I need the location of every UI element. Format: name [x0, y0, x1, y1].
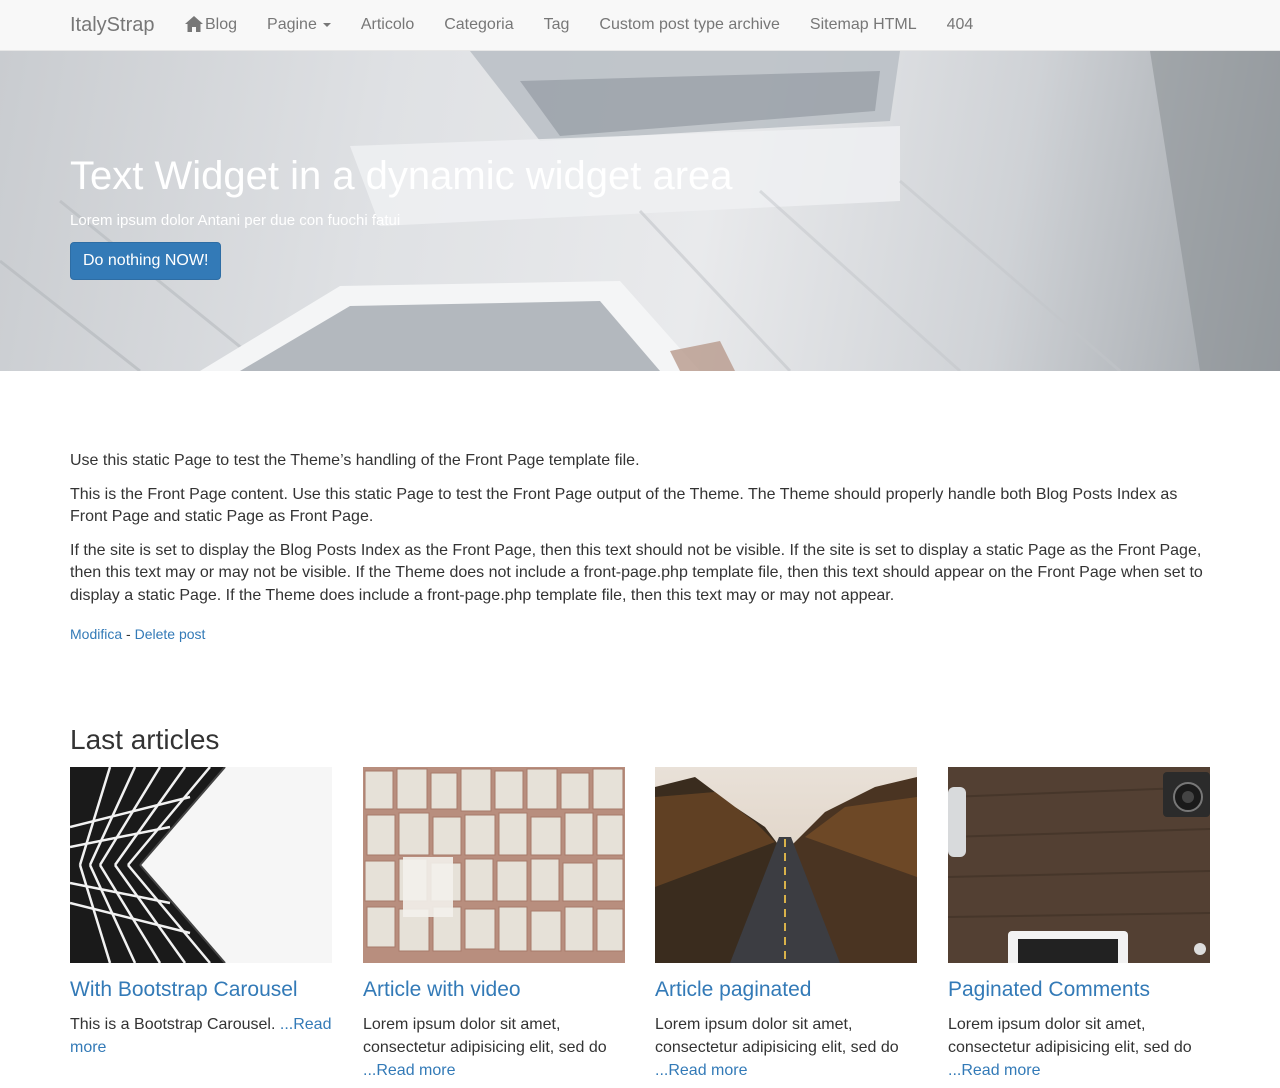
link-separator: - [122, 626, 135, 642]
nav-item-blog[interactable]: Blog [185, 0, 237, 50]
article-title-link[interactable]: Article paginated [655, 977, 917, 1003]
post-edit-links: Modifica - Delete post [70, 624, 205, 644]
nav-item-label: Pagine [267, 16, 317, 33]
brand-link[interactable]: ItalyStrap [70, 13, 154, 37]
last-articles-heading: Last articles [70, 724, 220, 755]
nav-item-404[interactable]: 404 [947, 0, 974, 50]
delete-post-link[interactable]: Delete post [135, 626, 206, 642]
article-title-link[interactable]: Paginated Comments [948, 977, 1210, 1003]
read-more-link[interactable]: ...Read more [655, 1062, 747, 1079]
hero-subtitle: Lorem ipsum dolor Antani per due con fuo… [70, 212, 401, 229]
edit-link[interactable]: Modifica [70, 626, 122, 642]
content-paragraph: If the site is set to display the Blog P… [70, 541, 1203, 604]
content-paragraph: This is the Front Page content. Use this… [70, 485, 1178, 526]
nav-item-label: Articolo [360, 16, 415, 33]
article-excerpt: This is a Bootstrap Carousel. ...Read mo… [70, 1013, 332, 1059]
nav-item-label: Sitemap HTML [809, 16, 917, 33]
hero-banner: Text Widget in a dynamic widget area Lor… [0, 51, 1280, 371]
article-card: Paginated Comments Lorem ipsum dolor sit… [948, 767, 1210, 1082]
caret-down-icon [322, 23, 331, 27]
excerpt-text: Lorem ipsum dolor sit amet, consectetur … [948, 1016, 1192, 1056]
excerpt-text: Lorem ipsum dolor sit amet, consectetur … [655, 1016, 899, 1056]
nav-item-label: Categoria [444, 16, 514, 33]
nav-item-label: Tag [543, 16, 570, 33]
read-more-link[interactable]: ...Read more [363, 1062, 455, 1079]
nav-item-pagine[interactable]: Pagine [267, 0, 331, 50]
nav-item-custom-post-type-archive[interactable]: Custom post type archive [599, 0, 780, 50]
nav-item-label: Blog [205, 16, 238, 33]
page-content: Use this static Page to test the Theme’s… [70, 450, 1210, 618]
road-forest-photo[interactable] [655, 767, 917, 963]
navbar: ItalyStrap Blog Pagine Articolo Categori… [0, 0, 1280, 51]
read-more-link[interactable]: ...Read more [948, 1062, 1040, 1079]
hero-title: Text Widget in a dynamic widget area [70, 154, 733, 198]
article-card: Article with video Lorem ipsum dolor sit… [363, 767, 625, 1082]
article-card: With Bootstrap Carousel This is a Bootst… [70, 767, 332, 1059]
article-card: Article paginated Lorem ipsum dolor sit … [655, 767, 917, 1082]
nav-item-tag[interactable]: Tag [544, 0, 570, 50]
nav-item-articolo[interactable]: Articolo [361, 0, 414, 50]
excerpt-text: This is a Bootstrap Carousel. [70, 1016, 280, 1033]
nav-item-label: Custom post type archive [599, 16, 780, 33]
content-paragraph: Use this static Page to test the Theme’s… [70, 452, 640, 469]
architecture-photo[interactable] [70, 767, 332, 963]
nav-item-sitemap-html[interactable]: Sitemap HTML [810, 0, 917, 50]
do-nothing-button[interactable]: Do nothing NOW! [70, 242, 222, 280]
nav-item-label: 404 [946, 16, 974, 33]
book-pages-photo[interactable] [363, 767, 625, 963]
nav-item-categoria[interactable]: Categoria [444, 0, 513, 50]
article-title-link[interactable]: With Bootstrap Carousel [70, 977, 332, 1003]
wooden-desk-photo[interactable] [948, 767, 1210, 963]
main-nav: Blog Pagine Articolo Categoria Tag Custo… [185, 0, 1003, 50]
home-icon [185, 16, 203, 32]
article-excerpt: Lorem ipsum dolor sit amet, consectetur … [655, 1013, 917, 1082]
article-title-link[interactable]: Article with video [363, 977, 625, 1003]
article-excerpt: Lorem ipsum dolor sit amet, consectetur … [363, 1013, 625, 1082]
excerpt-text: Lorem ipsum dolor sit amet, consectetur … [363, 1016, 607, 1056]
article-excerpt: Lorem ipsum dolor sit amet, consectetur … [948, 1013, 1210, 1082]
